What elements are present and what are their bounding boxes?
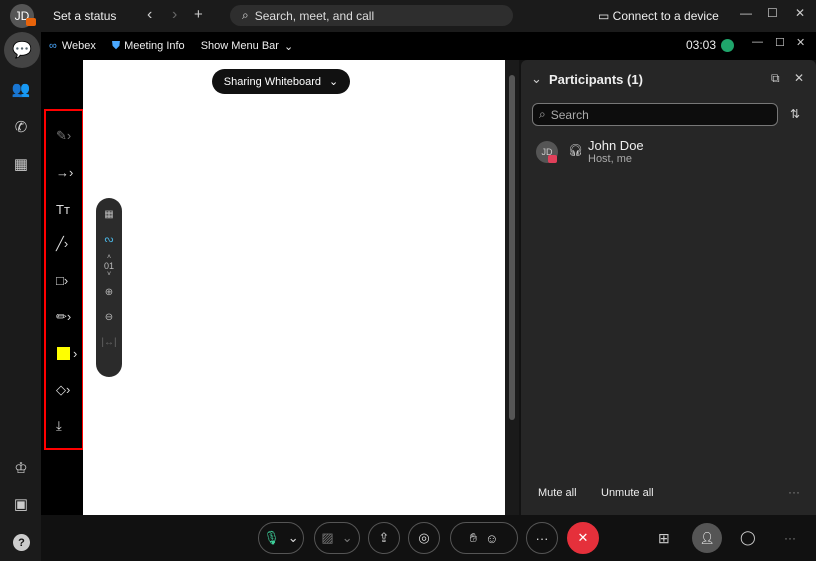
messaging-icon[interactable]: 💬 <box>4 32 40 68</box>
sharing-badge-icon <box>548 155 557 163</box>
chevron-down-icon: ⌄ <box>283 40 294 53</box>
meeting-minimize-icon[interactable]: — <box>752 36 763 48</box>
connect-label: Connect to a device <box>612 9 719 23</box>
show-menu-bar-button[interactable]: Show Menu Bar <box>201 40 279 52</box>
back-icon[interactable]: ‹ <box>147 6 152 24</box>
chevron-down-icon: ⌄ <box>341 530 353 545</box>
search-input[interactable]: ⌕ Search, meet, and call <box>230 5 513 26</box>
apps-icon[interactable]: ▣ <box>8 491 34 517</box>
collapse-chevron-icon[interactable]: ⌄ <box>531 71 542 87</box>
microphone-icon: 🎙︎ <box>263 530 280 545</box>
reactions-button[interactable]: ✋︎ ☺ <box>450 522 518 554</box>
zoom-in-icon[interactable]: ⊕ <box>105 280 113 305</box>
participant-role: Host, me <box>588 153 633 165</box>
video-off-icon: ▨ <box>321 530 334 545</box>
grid-icon[interactable]: ▦ <box>104 202 113 227</box>
calls-icon[interactable]: ✆ <box>8 114 34 140</box>
shape-tool-icon[interactable]: □› <box>56 270 80 290</box>
record-button[interactable]: ◎ <box>408 522 440 554</box>
zoom-out-icon[interactable]: ⊖ <box>105 305 113 330</box>
help-icon[interactable]: ? <box>13 534 30 551</box>
share-button[interactable]: ⇪ <box>368 522 400 554</box>
close-icon[interactable]: ✕ <box>795 6 805 20</box>
more-options-icon[interactable]: ··· <box>788 485 800 499</box>
maximize-icon[interactable]: ☐ <box>767 6 778 20</box>
line-tool-icon[interactable]: ╱› <box>56 234 80 254</box>
download-icon[interactable]: ⤓ <box>56 416 80 436</box>
search-icon: ⌕ <box>539 107 546 121</box>
meeting-close-icon[interactable]: ✕ <box>796 36 805 49</box>
forward-icon[interactable]: › <box>172 6 177 24</box>
arrow-tool-icon[interactable]: →› <box>56 162 80 182</box>
share-icon: ⇪ <box>378 530 390 545</box>
meeting-info-button[interactable]: Meeting Info <box>124 40 185 52</box>
participant-search-input[interactable]: ⌕ Search <box>532 103 778 126</box>
webex-logo-icon: ∞ <box>49 40 57 52</box>
calendar-icon[interactable]: ▦ <box>8 151 34 177</box>
chat-icon[interactable]: ◯ <box>740 529 756 546</box>
canvas-controls: ▦ ᔓ ˄ 01 ˅ ⊕ ⊖ |↔| <box>96 198 122 377</box>
pencil-tool-icon[interactable]: ✏› <box>56 307 80 327</box>
minimize-icon[interactable]: — <box>740 6 752 20</box>
participants-panel <box>521 60 816 515</box>
color-picker[interactable] <box>57 347 70 360</box>
emoji-icon: ☺ <box>485 530 499 546</box>
raise-hand-icon: ✋︎ <box>469 530 478 545</box>
more-button[interactable]: ··· <box>526 522 558 554</box>
new-icon[interactable]: + <box>194 6 203 23</box>
popout-icon[interactable]: ⧉ <box>771 71 780 86</box>
participants-title: Participants (1) <box>549 72 643 87</box>
fit-width-icon[interactable]: |↔| <box>101 330 116 355</box>
page-indicator: ˄ 01 ˅ <box>103 254 114 278</box>
chevron-down-icon: ⌄ <box>329 76 339 88</box>
panel-close-icon[interactable]: ✕ <box>794 71 804 85</box>
mute-button[interactable]: 🎙︎ ⌄ <box>258 522 304 554</box>
whiteboard-canvas[interactable] <box>83 60 505 515</box>
sharing-label: Sharing Whiteboard <box>223 75 321 88</box>
presence-badge <box>26 18 36 26</box>
webex-label: Webex <box>61 40 96 52</box>
apps-icon[interactable]: ⊞ <box>658 530 670 547</box>
device-icon: ▭ <box>598 9 613 23</box>
meeting-timer: 03:03 <box>686 38 717 52</box>
participant-name[interactable]: John Doe <box>588 138 644 153</box>
ink-icon[interactable]: ᔓ <box>105 227 114 252</box>
chevron-down-icon: ⌄ <box>287 530 299 545</box>
connect-device-button[interactable]: ▭ Connect to a device <box>598 9 719 23</box>
more-icon: ··· <box>535 530 549 546</box>
search-placeholder: Search <box>550 107 589 122</box>
headset-icon: 🎧︎ <box>568 143 584 157</box>
video-button[interactable]: ▨ ⌄ <box>314 522 360 554</box>
close-icon: ✕ <box>577 530 589 545</box>
left-rail <box>0 32 41 561</box>
sort-icon[interactable]: ⇅ <box>790 107 800 121</box>
participants-button[interactable]: 👤︎ <box>692 523 722 553</box>
scrollbar-thumb[interactable] <box>509 75 515 420</box>
participants-icon: 👤︎ <box>699 531 715 545</box>
search-icon: ⌕ <box>242 8 249 22</box>
sharing-whiteboard-button[interactable]: Sharing Whiteboard ⌄ <box>212 69 350 94</box>
shield-icon: ⛊ <box>111 39 121 52</box>
set-status-link[interactable]: Set a status <box>53 9 116 23</box>
teams-icon[interactable]: 👥 <box>8 76 34 102</box>
meeting-maximize-icon[interactable]: ☐ <box>775 36 785 49</box>
network-health-icon[interactable] <box>721 39 734 52</box>
text-tool-icon[interactable]: Tт <box>56 199 80 219</box>
eraser-tool-icon[interactable]: ◇› <box>56 380 80 400</box>
unmute-all-button[interactable]: Unmute all <box>601 487 654 499</box>
record-icon: ◎ <box>418 530 430 545</box>
mute-all-button[interactable]: Mute all <box>538 487 577 499</box>
pen-tool-icon[interactable]: ✎› <box>56 126 80 146</box>
search-placeholder: Search, meet, and call <box>254 8 375 23</box>
more-options-icon[interactable]: ··· <box>784 531 796 545</box>
end-call-button[interactable]: ✕ <box>567 522 599 554</box>
crown-icon[interactable]: ♔ <box>8 455 34 481</box>
